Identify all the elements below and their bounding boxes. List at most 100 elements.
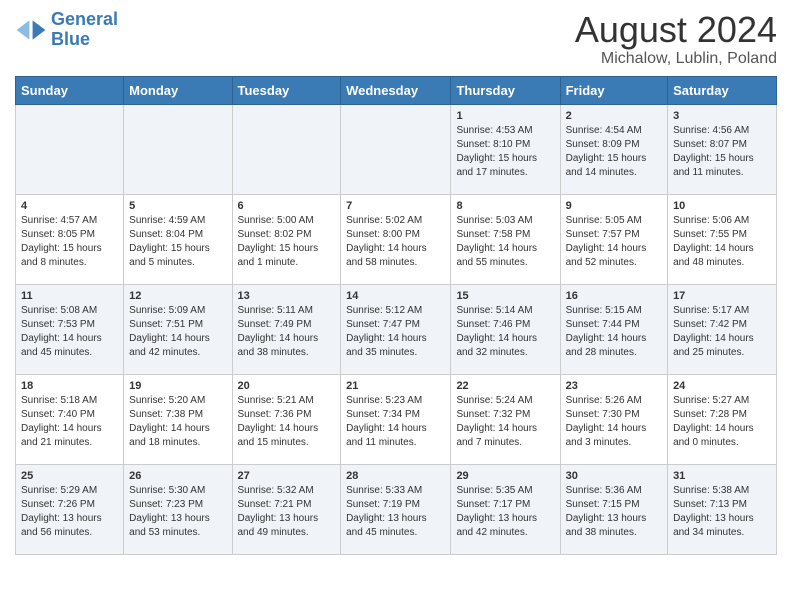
day-info: Sunrise: 5:29 AM Sunset: 7:26 PM Dayligh… [21, 484, 118, 540]
day-number: 5 [129, 200, 226, 212]
day-number: 22 [456, 380, 554, 392]
day-info: Sunrise: 5:26 AM Sunset: 7:30 PM Dayligh… [566, 394, 662, 450]
calendar-day-cell: 9Sunrise: 5:05 AM Sunset: 7:57 PM Daylig… [560, 194, 667, 284]
weekday-header: Monday [124, 76, 232, 104]
day-info: Sunrise: 4:53 AM Sunset: 8:10 PM Dayligh… [456, 124, 554, 180]
day-info: Sunrise: 5:24 AM Sunset: 7:32 PM Dayligh… [456, 394, 554, 450]
calendar-day-cell [341, 104, 451, 194]
calendar-day-cell: 13 Sunrise: 5:11 AM Sunset: 7:49 PM Dayli… [232, 284, 341, 374]
day-number: 13 [238, 290, 336, 302]
day-number: 4 [21, 200, 118, 212]
logo-icon [15, 14, 47, 46]
calendar-day-cell: 20 Sunrise: 5:21 AM Sunset: 7:36 PM Dayli… [232, 374, 341, 464]
calendar-day-cell: 24Sunrise: 5:27 AM Sunset: 7:28 PM Dayli… [668, 374, 777, 464]
calendar-day-cell [16, 104, 124, 194]
day-number: 16 [566, 290, 662, 302]
day-info: Sunrise: 5:08 AM Sunset: 7:53 PM Dayligh… [21, 304, 118, 360]
day-info: Sunrise: 5:38 AM Sunset: 7:13 PM Dayligh… [673, 484, 771, 540]
calendar-day-cell: 31 Sunrise: 5:38 AM Sunset: 7:13 PM Dayli… [668, 464, 777, 554]
day-number: 31 [673, 470, 771, 482]
calendar-day-cell: 28 Sunrise: 5:33 AM Sunset: 7:19 PM Dayli… [341, 464, 451, 554]
day-info: Sunrise: 5:32 AM Sunset: 7:21 PM Dayligh… [238, 484, 336, 540]
weekday-header: Sunday [16, 76, 124, 104]
calendar-week-row: 11 Sunrise: 5:08 AM Sunset: 7:53 PM Dayli… [16, 284, 777, 374]
day-number: 1 [456, 110, 554, 122]
day-number: 11 [21, 290, 118, 302]
day-info: Sunrise: 5:36 AM Sunset: 7:15 PM Dayligh… [566, 484, 662, 540]
page: General Blue August 2024 Michalow, Lubli… [0, 0, 792, 570]
day-number: 3 [673, 110, 771, 122]
day-number: 7 [346, 200, 445, 212]
calendar-week-row: 18 Sunrise: 5:18 AM Sunset: 7:40 PM Dayli… [16, 374, 777, 464]
day-info: Sunrise: 5:18 AM Sunset: 7:40 PM Dayligh… [21, 394, 118, 450]
weekday-header: Saturday [668, 76, 777, 104]
calendar-day-cell: 19Sunrise: 5:20 AM Sunset: 7:38 PM Dayli… [124, 374, 232, 464]
day-info: Sunrise: 5:00 AM Sunset: 8:02 PM Dayligh… [238, 214, 336, 270]
calendar-day-cell: 1 Sunrise: 4:53 AM Sunset: 8:10 PM Daylig… [451, 104, 560, 194]
day-info: Sunrise: 5:11 AM Sunset: 7:49 PM Dayligh… [238, 304, 336, 360]
calendar-day-cell: 17Sunrise: 5:17 AM Sunset: 7:42 PM Dayli… [668, 284, 777, 374]
calendar-day-cell: 2Sunrise: 4:54 AM Sunset: 8:09 PM Daylig… [560, 104, 667, 194]
day-info: Sunrise: 4:59 AM Sunset: 8:04 PM Dayligh… [129, 214, 226, 270]
day-number: 30 [566, 470, 662, 482]
day-info: Sunrise: 5:03 AM Sunset: 7:58 PM Dayligh… [456, 214, 554, 270]
calendar-day-cell: 14 Sunrise: 5:12 AM Sunset: 7:47 PM Dayli… [341, 284, 451, 374]
main-title: August 2024 [575, 10, 777, 50]
day-number: 23 [566, 380, 662, 392]
logo-blue: Blue [51, 29, 90, 49]
day-number: 14 [346, 290, 445, 302]
day-number: 29 [456, 470, 554, 482]
weekday-header: Thursday [451, 76, 560, 104]
header: General Blue August 2024 Michalow, Lubli… [15, 10, 777, 68]
calendar-day-cell: 30 Sunrise: 5:36 AM Sunset: 7:15 PM Dayli… [560, 464, 667, 554]
day-number: 15 [456, 290, 554, 302]
day-number: 6 [238, 200, 336, 212]
day-number: 2 [566, 110, 662, 122]
calendar-week-row: 1 Sunrise: 4:53 AM Sunset: 8:10 PM Daylig… [16, 104, 777, 194]
calendar-week-row: 4 Sunrise: 4:57 AM Sunset: 8:05 PM Daylig… [16, 194, 777, 284]
day-info: Sunrise: 5:12 AM Sunset: 7:47 PM Dayligh… [346, 304, 445, 360]
day-number: 18 [21, 380, 118, 392]
calendar-day-cell: 27Sunrise: 5:32 AM Sunset: 7:21 PM Dayli… [232, 464, 341, 554]
day-info: Sunrise: 5:14 AM Sunset: 7:46 PM Dayligh… [456, 304, 554, 360]
day-number: 10 [673, 200, 771, 212]
day-info: Sunrise: 5:23 AM Sunset: 7:34 PM Dayligh… [346, 394, 445, 450]
day-info: Sunrise: 5:09 AM Sunset: 7:51 PM Dayligh… [129, 304, 226, 360]
calendar-day-cell: 7 Sunrise: 5:02 AM Sunset: 8:00 PM Daylig… [341, 194, 451, 284]
day-info: Sunrise: 4:56 AM Sunset: 8:07 PM Dayligh… [673, 124, 771, 180]
day-info: Sunrise: 5:02 AM Sunset: 8:00 PM Dayligh… [346, 214, 445, 270]
logo-general: General [51, 9, 118, 29]
calendar-day-cell: 25Sunrise: 5:29 AM Sunset: 7:26 PM Dayli… [16, 464, 124, 554]
calendar-day-cell: 23 Sunrise: 5:26 AM Sunset: 7:30 PM Dayli… [560, 374, 667, 464]
day-number: 28 [346, 470, 445, 482]
calendar-day-cell: 29 Sunrise: 5:35 AM Sunset: 7:17 PM Dayli… [451, 464, 560, 554]
calendar-day-cell: 4 Sunrise: 4:57 AM Sunset: 8:05 PM Daylig… [16, 194, 124, 284]
day-number: 9 [566, 200, 662, 212]
calendar-header-row: SundayMondayTuesdayWednesdayThursdayFrid… [16, 76, 777, 104]
calendar-day-cell: 22 Sunrise: 5:24 AM Sunset: 7:32 PM Dayli… [451, 374, 560, 464]
logo: General Blue [15, 10, 118, 50]
day-info: Sunrise: 5:20 AM Sunset: 7:38 PM Dayligh… [129, 394, 226, 450]
day-number: 24 [673, 380, 771, 392]
day-info: Sunrise: 5:17 AM Sunset: 7:42 PM Dayligh… [673, 304, 771, 360]
weekday-header: Wednesday [341, 76, 451, 104]
weekday-header: Friday [560, 76, 667, 104]
calendar-day-cell: 10Sunrise: 5:06 AM Sunset: 7:55 PM Dayli… [668, 194, 777, 284]
calendar-table: SundayMondayTuesdayWednesdayThursdayFrid… [15, 76, 777, 555]
day-info: Sunrise: 5:15 AM Sunset: 7:44 PM Dayligh… [566, 304, 662, 360]
day-number: 20 [238, 380, 336, 392]
calendar-day-cell: 21Sunrise: 5:23 AM Sunset: 7:34 PM Dayli… [341, 374, 451, 464]
day-info: Sunrise: 5:33 AM Sunset: 7:19 PM Dayligh… [346, 484, 445, 540]
title-area: August 2024 Michalow, Lublin, Poland [575, 10, 777, 68]
day-info: Sunrise: 5:21 AM Sunset: 7:36 PM Dayligh… [238, 394, 336, 450]
calendar-day-cell: 5 Sunrise: 4:59 AM Sunset: 8:04 PM Daylig… [124, 194, 232, 284]
logo-text: General Blue [51, 10, 118, 50]
day-info: Sunrise: 4:57 AM Sunset: 8:05 PM Dayligh… [21, 214, 118, 270]
calendar-day-cell: 8 Sunrise: 5:03 AM Sunset: 7:58 PM Daylig… [451, 194, 560, 284]
weekday-header: Tuesday [232, 76, 341, 104]
day-info: Sunrise: 5:30 AM Sunset: 7:23 PM Dayligh… [129, 484, 226, 540]
day-number: 8 [456, 200, 554, 212]
day-info: Sunrise: 5:35 AM Sunset: 7:17 PM Dayligh… [456, 484, 554, 540]
calendar-day-cell: 11 Sunrise: 5:08 AM Sunset: 7:53 PM Dayli… [16, 284, 124, 374]
calendar-day-cell: 3 Sunrise: 4:56 AM Sunset: 8:07 PM Daylig… [668, 104, 777, 194]
